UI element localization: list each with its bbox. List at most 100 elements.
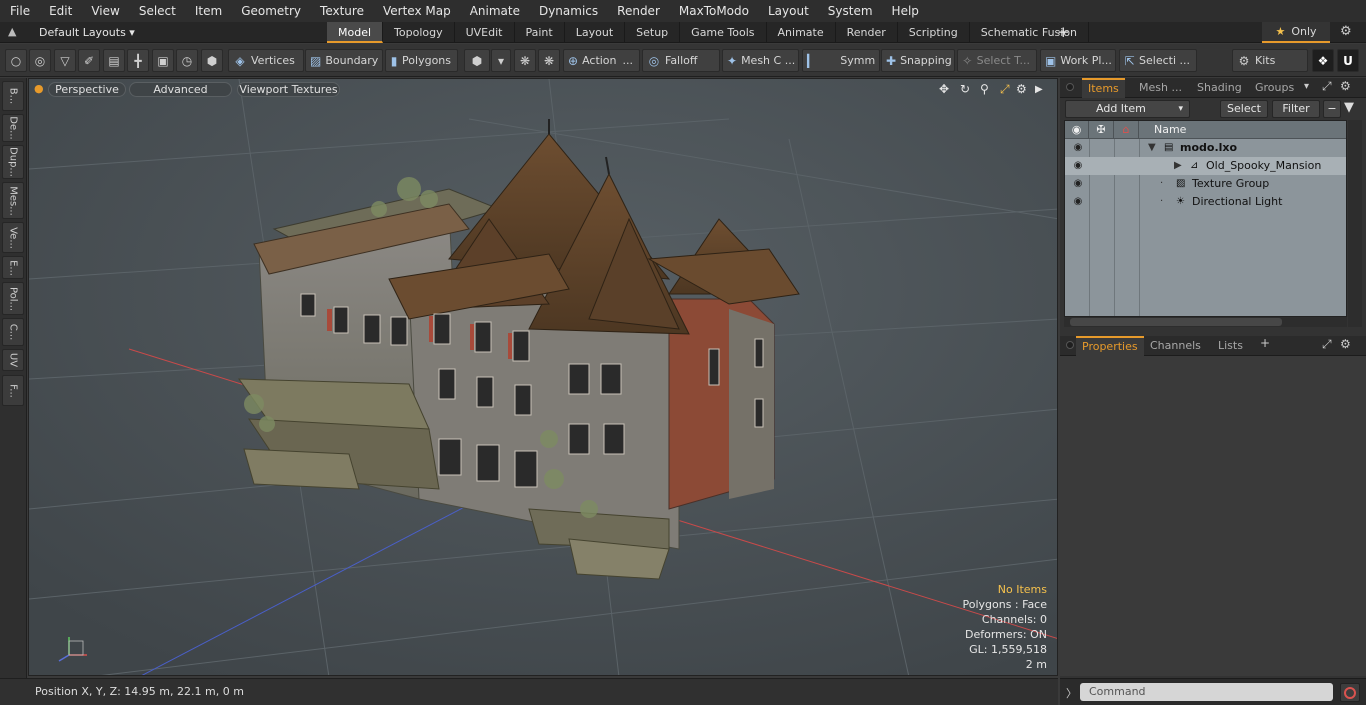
globe-button[interactable]: ◎ [29,49,51,72]
item-row-modo-lxo[interactable]: ◉ ▼ ▤ modo.lxo [1065,139,1346,157]
tab-paint[interactable]: Paint [515,22,565,43]
menu-help[interactable]: Help [882,0,928,22]
orbit-icon[interactable]: ↻ [960,82,970,96]
gear-icon[interactable]: ⚙ [1340,24,1352,39]
select-circle-button[interactable]: ○ [5,49,27,72]
brush-tool-button[interactable]: ✐ [78,49,100,72]
visibility-eye-icon[interactable]: ◉ [1070,157,1086,175]
visibility-eye-icon[interactable]: ◉ [1070,193,1086,211]
tab-topology[interactable]: Topology [383,22,455,43]
vertices-mode-button[interactable]: ◈ Vertices [228,49,304,72]
snapping-button[interactable]: ✚ Snapping [881,49,955,72]
item-row-directional-light[interactable]: ◉ · ☀ Directional Light [1065,193,1346,211]
visibility-column-eye-icon[interactable]: ◉ [1065,121,1089,139]
item-list-horizontal-scrollbar[interactable] [1064,317,1347,327]
material-dropdown-button[interactable]: ▾ [491,49,511,72]
selection-sets-button[interactable]: ⇱ Selecti ... [1119,49,1197,72]
add-properties-tab-plus-icon[interactable]: + [1260,336,1270,350]
tab-schematic-fusion[interactable]: Schematic Fusion [970,22,1090,43]
tab-scripting[interactable]: Scripting [898,22,970,43]
boundary-mode-button[interactable]: ▨ Boundary [305,49,383,72]
left-strip-tab-2[interactable]: Dup... [2,145,24,179]
work-plane-button[interactable]: ▣ Work Pl... [1040,49,1116,72]
align-tool-button[interactable]: ▤ [103,49,125,72]
tab-properties[interactable]: Properties [1076,336,1144,356]
left-strip-tab-0[interactable]: B... [2,81,24,111]
menu-vertex-map[interactable]: Vertex Map [373,0,460,22]
properties-maximize-icon[interactable]: ⤢ [1322,337,1332,352]
3d-viewport[interactable]: ● Perspective Advanced Viewport Textures… [28,78,1058,676]
tabs-chevron-down-icon[interactable]: ▾ [1304,81,1309,92]
filter-funnel-icon[interactable]: ▼ [1344,100,1354,115]
menu-system[interactable]: System [818,0,882,22]
menu-view[interactable]: View [81,0,128,22]
panel-gear-icon[interactable]: ⚙ [1340,79,1351,93]
maximize-icon[interactable]: ⤢ [1000,82,1010,97]
left-strip-tab-5[interactable]: E... [2,256,24,279]
left-strip-tab-1[interactable]: De... [2,114,24,142]
menu-maxtomodo[interactable]: MaxToModo [669,0,758,22]
left-strip-tab-7[interactable]: C... [2,318,24,346]
tab-uvedit[interactable]: UVEdit [455,22,515,43]
menu-animate[interactable]: Animate [460,0,529,22]
left-strip-tab-4[interactable]: Ve... [2,222,24,253]
polygons-mode-button[interactable]: ▮ Polygons [385,49,458,72]
action-center-button[interactable]: ⊕ Action... [563,49,640,72]
properties-gear-icon[interactable]: ⚙ [1340,337,1351,351]
menu-dynamics[interactable]: Dynamics [529,0,607,22]
sym-y-button[interactable]: ❋ [538,49,560,72]
item-row-old-spooky-mansion[interactable]: ◉ ▶ ⊿ Old_Spooky_Mansion [1065,157,1346,175]
panel-maximize-icon[interactable]: ⤢ [1322,79,1332,94]
tab-channels[interactable]: Channels [1144,336,1207,356]
add-tab-plus-icon[interactable]: + [1057,22,1070,43]
layout-arrow-icon[interactable]: ▲ [8,25,22,39]
item-row-texture-group[interactable]: ◉ · ▨ Texture Group [1065,175,1346,193]
tab-layout[interactable]: Layout [565,22,626,43]
rotate-tool-button[interactable]: ◷ [176,49,198,72]
left-strip-tab-9[interactable]: F... [2,375,24,406]
items-mode-button[interactable]: ⬢ [201,49,223,72]
only-toggle-button[interactable]: ★ Only [1262,22,1330,43]
left-strip-tab-3[interactable]: Mes... [2,182,24,219]
scroll-thumb[interactable] [1070,318,1282,326]
tab-game-tools[interactable]: Game Tools [680,22,767,43]
select-through-button[interactable]: ✧ Select T... [957,49,1037,72]
symmetry-button[interactable]: ▎Symm ... [802,49,880,72]
name-column-header[interactable]: Name [1139,121,1346,139]
perspective-view-button[interactable]: Perspective [48,82,126,97]
tab-model[interactable]: Model [327,22,384,43]
unreal-button[interactable]: U [1337,49,1359,72]
record-macro-button[interactable] [1340,683,1360,702]
tab-lists[interactable]: Lists [1212,336,1249,356]
collapse-button[interactable]: − [1323,100,1341,118]
visibility-eye-icon[interactable]: ◉ [1070,175,1086,193]
mesh-constraint-button[interactable]: ✦ Mesh C ... [722,49,799,72]
falloff-button[interactable]: ◎ Falloff [642,49,720,72]
tab-shading[interactable]: Shading [1191,78,1248,98]
advanced-shading-button[interactable]: Advanced [129,82,232,97]
menu-edit[interactable]: Edit [39,0,81,22]
lock-column-icon[interactable]: ✠ [1089,121,1114,139]
sym-x-button[interactable]: ❋ [514,49,536,72]
menu-select[interactable]: Select [129,0,185,22]
menu-geometry[interactable]: Geometry [231,0,310,22]
expand-right-icon[interactable]: ▶ [1174,157,1182,175]
menu-render[interactable]: Render [607,0,669,22]
filter-button[interactable]: Filter [1272,100,1320,118]
tab-mesh[interactable]: Mesh ... [1133,78,1188,98]
menu-file[interactable]: File [0,0,39,22]
item-list-vertical-scrollbar[interactable] [1348,120,1362,327]
axes-column-icon[interactable]: ⌂ [1114,121,1139,139]
menu-texture[interactable]: Texture [310,0,373,22]
material-mode-button[interactable]: ⬢ [464,49,490,72]
tab-animate[interactable]: Animate [767,22,836,43]
center-tool-button[interactable]: ╋ [127,49,149,72]
expand-down-icon[interactable]: ▼ [1148,139,1156,157]
unity-button[interactable]: ❖ [1312,49,1334,72]
viewport-textures-button[interactable]: Viewport Textures [237,82,340,97]
frame-tool-button[interactable]: ▣ [152,49,174,72]
tab-items[interactable]: Items [1082,78,1125,98]
menu-layout[interactable]: Layout [758,0,818,22]
tab-groups[interactable]: Groups [1249,78,1300,98]
viewport-menu-arrow-icon[interactable]: ▶ [1035,84,1043,95]
